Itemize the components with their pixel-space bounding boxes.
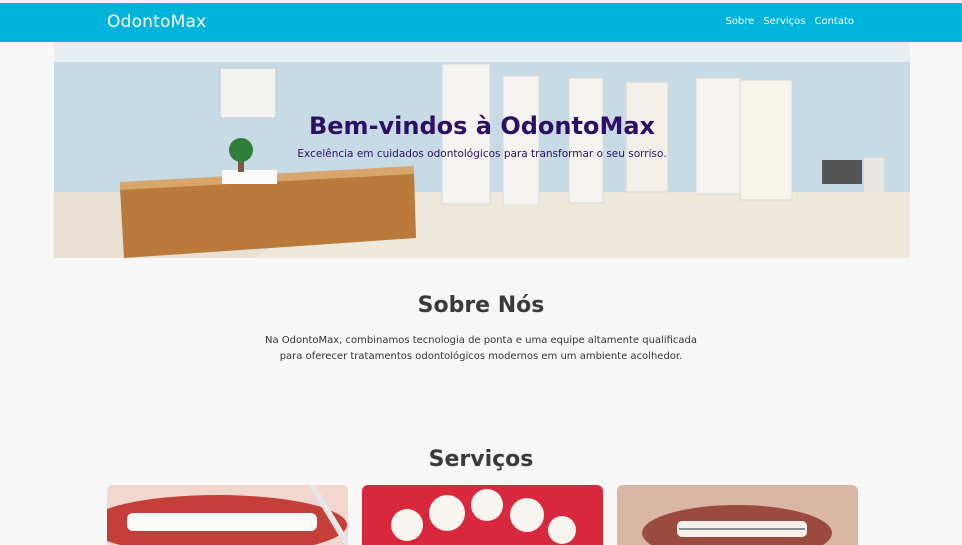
about-text-line-2: para oferecer tratamentos odontológicos … [279,351,683,362]
nav-links: Sobre Serviços Contato [725,16,854,27]
service-card-teeth[interactable] [362,485,603,545]
hero-subtitle: Excelência em cuidados odontológicos par… [297,148,667,160]
about-text-line-1: Na OdontoMax, combinamos tecnologia de p… [264,335,698,346]
about-heading: Sobre Nós [417,293,545,318]
hero-title: Bem-vindos à OdontoMax [308,112,656,140]
about-section: Sobre Nós Na OdontoMax, combinamos tecno… [0,258,962,408]
about-text: Na OdontoMax, combinamos tecnologia de p… [255,333,707,365]
service-card-braces[interactable] [617,485,858,545]
service-card-whitening[interactable] [107,485,348,545]
brand-logo[interactable]: OdontoMax [107,12,206,32]
nav-link-sobre[interactable]: Sobre [725,16,754,27]
hero-content: Bem-vindos à OdontoMax Excelência em cui… [54,42,910,258]
services-heading: Serviços [428,447,534,472]
navbar: OdontoMax Sobre Serviços Contato [0,3,962,42]
nav-link-contato[interactable]: Contato [814,16,854,27]
nav-link-servicos[interactable]: Serviços [763,16,805,27]
braces-image [617,485,858,545]
teeth-model-image [362,485,603,545]
smile-teeth-image [107,485,348,545]
hero-banner: Bem-vindos à OdontoMax Excelência em cui… [54,42,910,258]
